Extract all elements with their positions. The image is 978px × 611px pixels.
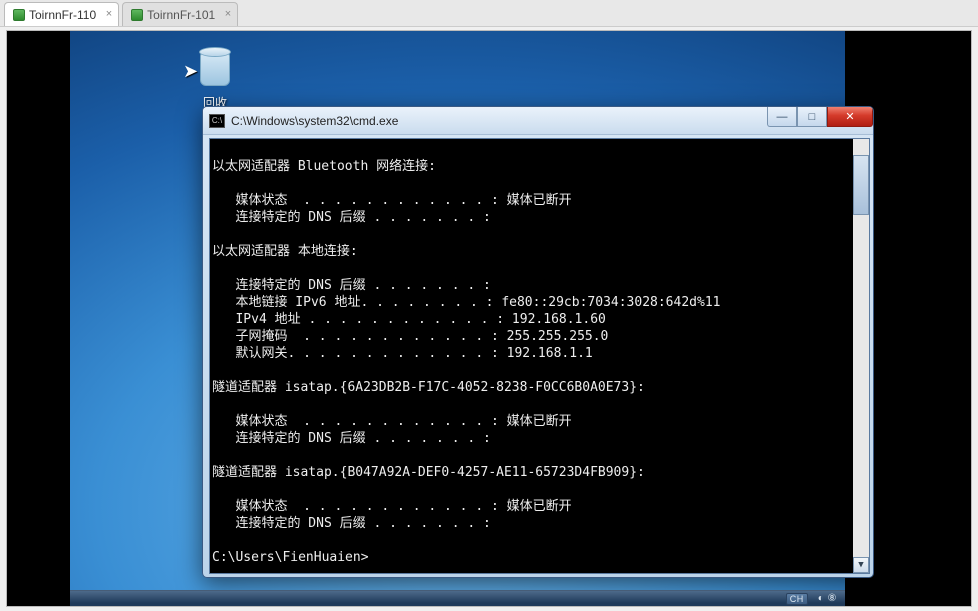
vm-icon: [131, 9, 143, 21]
vm-icon: [13, 9, 25, 21]
guest-taskbar[interactable]: CH ◐ ⑧: [70, 590, 845, 606]
language-indicator[interactable]: CH: [786, 593, 808, 605]
close-icon[interactable]: ×: [106, 8, 112, 20]
scroll-down-icon[interactable]: ▼: [853, 557, 869, 573]
host-tab-label: ToirnnFr-110: [29, 8, 96, 22]
cmd-titlebar[interactable]: C:\ C:\Windows\system32\cmd.exe — □ ✕: [203, 107, 873, 135]
host-tab-label: ToirnnFr-101: [147, 8, 215, 22]
recycle-bin-icon[interactable]: 回收: [187, 48, 243, 111]
host-tab-bar: ToirnnFr-110 × ToirnnFr-101 ×: [0, 0, 978, 27]
host-tab-0[interactable]: ToirnnFr-110 ×: [4, 2, 119, 26]
scrollbar-thumb[interactable]: [853, 155, 869, 215]
window-controls: — □ ✕: [767, 107, 873, 127]
cmd-text: 以太网适配器 Bluetooth 网络连接: 媒体状态 . . . . . . …: [212, 141, 851, 566]
cmd-output[interactable]: 以太网适配器 Bluetooth 网络连接: 媒体状态 . . . . . . …: [209, 138, 870, 574]
vm-viewport: 回收 ➤ C:\ C:\Windows\system32\cmd.exe — □…: [6, 30, 972, 607]
cmd-app-icon: C:\: [209, 114, 225, 128]
cmd-title-text: C:\Windows\system32\cmd.exe: [231, 114, 398, 128]
close-icon[interactable]: ×: [225, 8, 231, 20]
close-button[interactable]: ✕: [827, 107, 873, 127]
cmd-window[interactable]: C:\ C:\Windows\system32\cmd.exe — □ ✕ 以太…: [202, 106, 874, 578]
host-tab-1[interactable]: ToirnnFr-101 ×: [122, 2, 238, 26]
maximize-button[interactable]: □: [797, 107, 827, 127]
minimize-button[interactable]: —: [767, 107, 797, 127]
bin-icon: [197, 52, 233, 92]
tray-extra[interactable]: ◐ ⑧: [814, 593, 841, 604]
scrollbar-track[interactable]: ▲ ▼: [853, 139, 869, 573]
